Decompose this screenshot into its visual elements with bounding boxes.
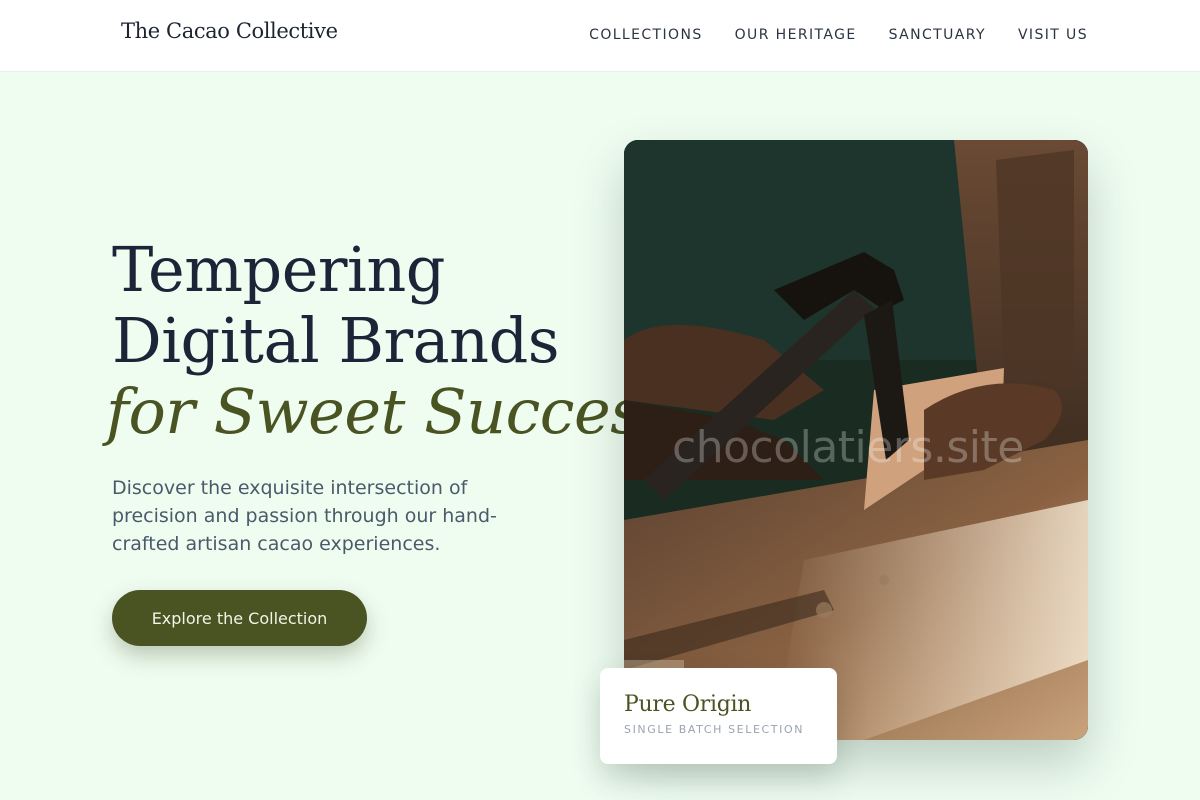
nav-sanctuary[interactable]: SANCTUARY: [889, 27, 986, 43]
hero-title: Tempering Digital Brands for Sweet Succe…: [106, 233, 673, 447]
nav-visit-us[interactable]: VISIT US: [1018, 27, 1088, 43]
explore-collection-button[interactable]: Explore the Collection: [112, 590, 367, 646]
main-nav: COLLECTIONS OUR HERITAGE SANCTUARY VISIT…: [589, 27, 1088, 43]
caption-card: Pure Origin SINGLE BATCH SELECTION: [600, 668, 837, 764]
card-subtitle: SINGLE BATCH SELECTION: [624, 723, 805, 736]
brand-logo[interactable]: The Cacao Collective: [121, 19, 338, 43]
nav-collections[interactable]: COLLECTIONS: [589, 27, 702, 43]
hero-image: chocolatiers.site: [624, 140, 1088, 740]
hero-title-accent: for Sweet Success: [106, 375, 673, 448]
site-header: The Cacao Collective COLLECTIONS OUR HER…: [0, 0, 1200, 72]
hero-title-line-2: Digital Brands: [112, 304, 560, 377]
nav-our-heritage[interactable]: OUR HERITAGE: [735, 27, 857, 43]
hero-title-line-1: Tempering: [112, 233, 445, 306]
card-title: Pure Origin: [624, 692, 752, 717]
hero-description: Discover the exquisite intersection of p…: [112, 477, 497, 555]
image-watermark: chocolatiers.site: [672, 422, 1024, 473]
